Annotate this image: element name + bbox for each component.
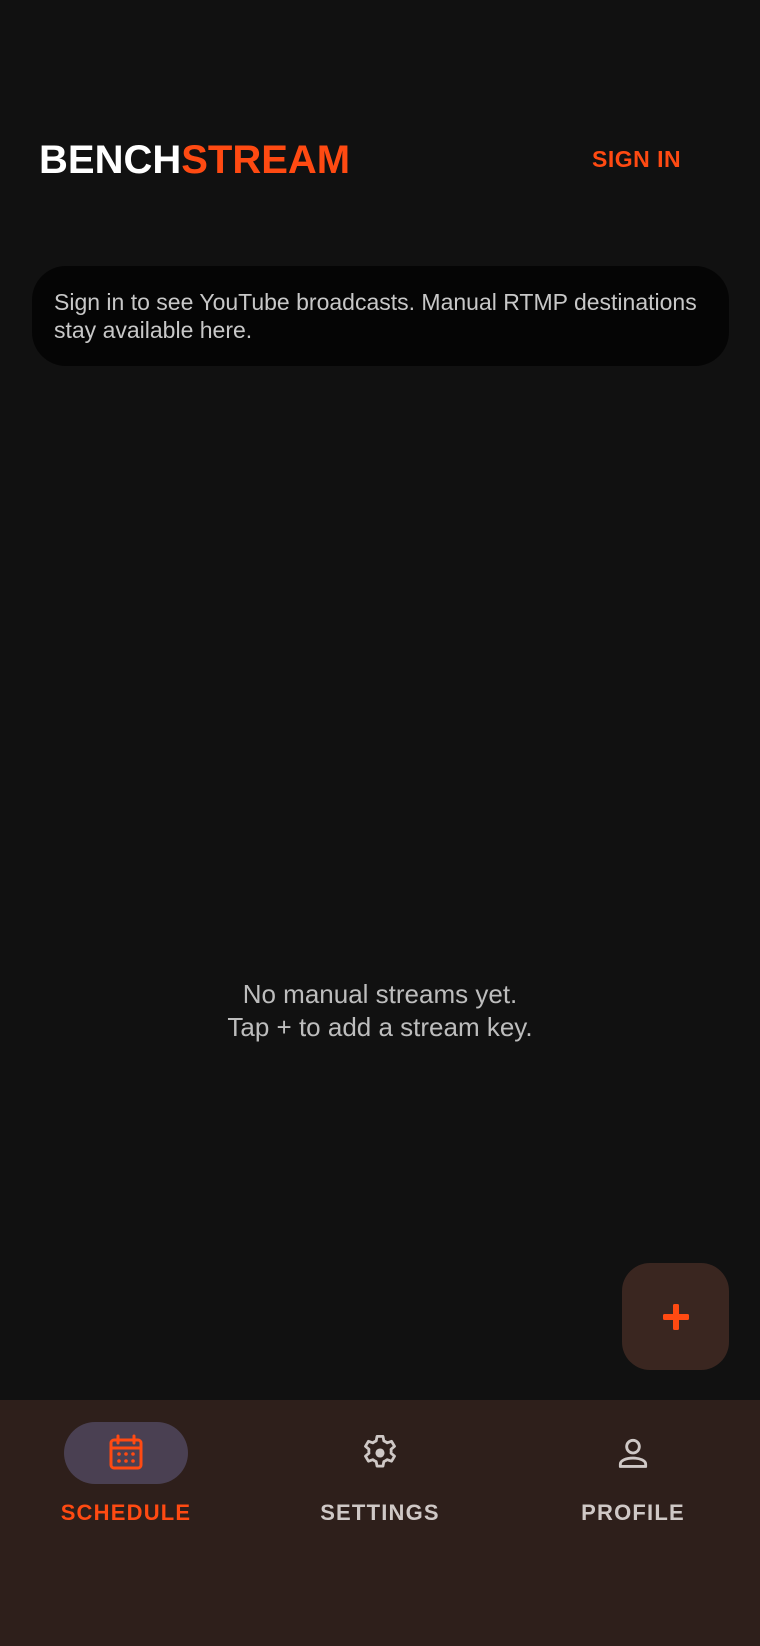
nav-label-settings: SETTINGS	[320, 1500, 440, 1525]
nav-item-schedule[interactable]: SCHEDULE	[26, 1422, 226, 1532]
app-header: BENCHSTREAM SIGN IN	[0, 0, 760, 240]
app-logo: BENCHSTREAM	[39, 136, 350, 184]
calendar-icon	[109, 1434, 143, 1470]
empty-state: No manual streams yet. Tap + to add a st…	[0, 978, 760, 1044]
plus-icon	[662, 1303, 689, 1330]
add-stream-button[interactable]	[622, 1263, 729, 1370]
logo-stream: STREAM	[181, 138, 351, 182]
nav-pill-profile	[571, 1422, 695, 1484]
nav-pill-settings	[318, 1422, 442, 1484]
logo-bench: BENCH	[39, 138, 182, 182]
nav-label-schedule: SCHEDULE	[60, 1500, 192, 1525]
gear-icon	[364, 1434, 396, 1468]
nav-label-profile: PROFILE	[581, 1500, 685, 1525]
sign-in-banner: Sign in to see YouTube broadcasts. Manua…	[32, 266, 729, 366]
empty-state-line1: No manual streams yet.	[242, 979, 518, 1009]
nav-item-profile[interactable]: PROFILE	[533, 1422, 733, 1532]
sign-in-button[interactable]: SIGN IN	[576, 138, 697, 181]
nav-item-settings[interactable]: SETTINGS	[280, 1422, 480, 1532]
banner-text: Sign in to see YouTube broadcasts. Manua…	[54, 289, 697, 343]
empty-state-line2: Tap + to add a stream key.	[227, 1012, 533, 1042]
person-icon	[618, 1438, 648, 1468]
bottom-navigation: SCHEDULE SETTINGS PROFILE	[0, 1400, 760, 1646]
nav-pill-schedule	[64, 1422, 188, 1484]
